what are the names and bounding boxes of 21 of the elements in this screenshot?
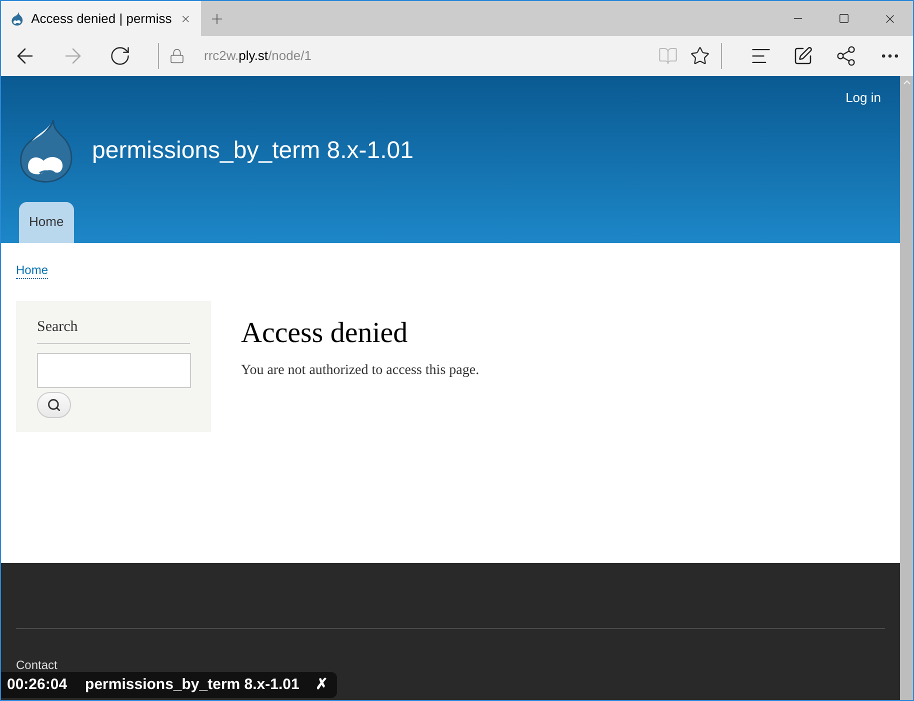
login-link[interactable]: Log in	[846, 88, 881, 108]
breadcrumb-link[interactable]: Home	[16, 263, 48, 279]
overlay-close-button[interactable]: ✗	[315, 674, 332, 696]
nav-tab[interactable]: Home	[19, 202, 74, 243]
refresh-icon[interactable]	[109, 45, 131, 67]
overlay-title: permissions_by_term 8.x-1.01	[85, 674, 300, 694]
browser-tab[interactable]: Access denied | permiss	[1, 1, 201, 36]
search-button[interactable]	[37, 392, 71, 418]
search-icon	[47, 398, 61, 412]
sidebar-title: Search	[37, 316, 190, 344]
page-title: Access denied	[241, 316, 409, 351]
search-field[interactable]	[37, 352, 191, 388]
drop-logo-icon	[11, 10, 24, 26]
scrollbar[interactable]	[900, 76, 913, 700]
share-icon[interactable]	[835, 45, 857, 67]
page-message: You are not authorized to access this page.	[241, 362, 480, 380]
site-name: permissions_by_term 8.x-1.01	[92, 136, 414, 166]
lock-icon	[169, 47, 185, 65]
timer-text: 00:26:04	[7, 674, 68, 694]
note-icon[interactable]	[793, 46, 813, 66]
star-icon[interactable]	[690, 46, 710, 66]
